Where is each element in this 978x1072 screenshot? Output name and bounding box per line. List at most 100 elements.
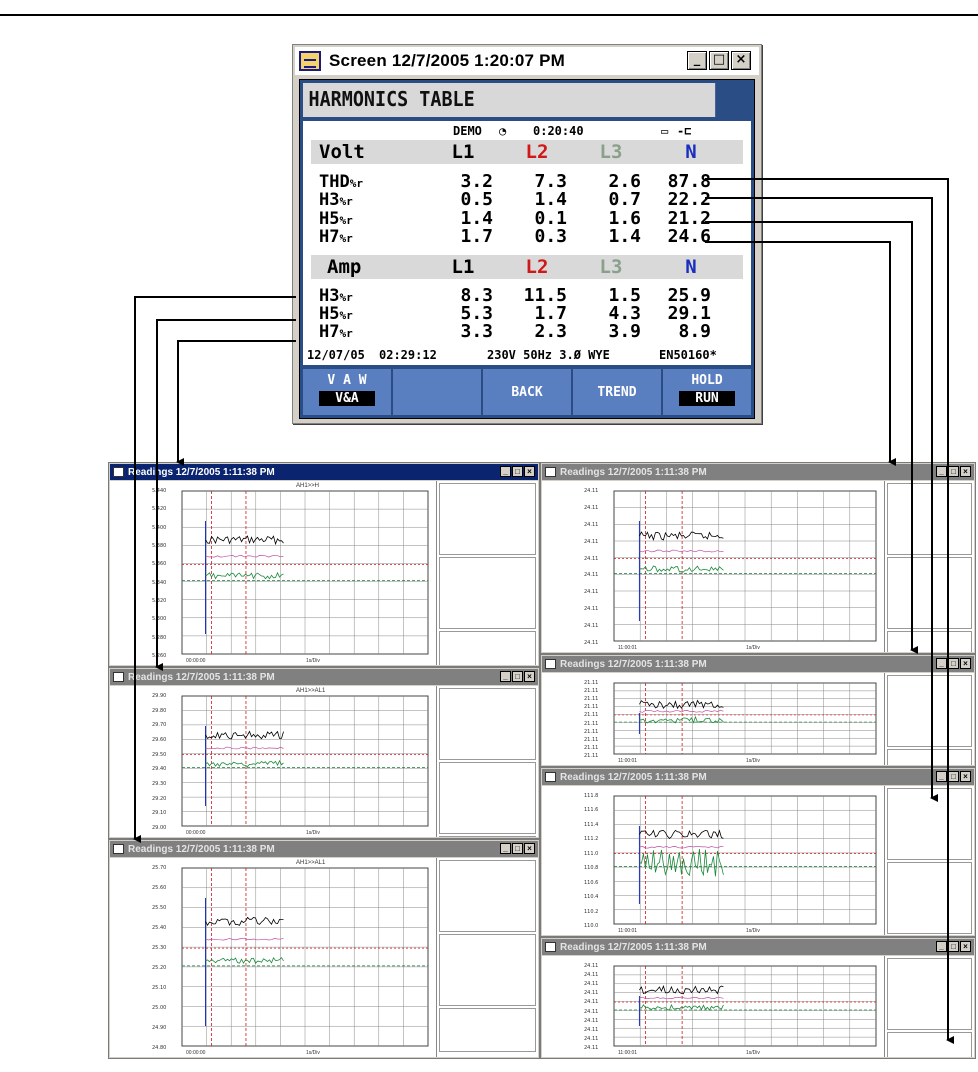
readings-title-bar[interactable]: Readings 12/7/2005 1:11:38 PM _ □ × [110,464,538,480]
data-labels-panel [884,673,974,765]
minimize-button[interactable]: _ [500,843,511,854]
softkey-empty[interactable] [393,369,483,415]
trend-plot[interactable]: AH1>>AL1 00:00:00 1s/Div [180,858,432,1057]
softkey-hold-run[interactable]: HOLD RUN [663,369,751,415]
app-icon [299,51,321,71]
tick-label: 24.11 [584,1035,599,1042]
tick-label: 110.8 [584,865,599,872]
tick-label: 5.340 [152,579,167,586]
tick-label: 21.11 [584,753,599,759]
tick-label: 5.440 [152,488,167,494]
softkey-bar: V A W V&A BACK TREND HOLD RUN [303,369,751,415]
minimize-button[interactable]: _ [687,51,707,70]
trend-plot[interactable]: 11:00:01 1s/Div [612,956,880,1057]
readings-window[interactable]: Readings 12/7/2005 1:11:38 PM _ □ × 29.9… [108,667,540,839]
info-block [439,860,536,932]
readings-body: 5.440 5.420 5.400 5.380 5.360 5.340 5.320 5.300… [110,481,538,665]
value-l2: 1.4 [534,189,567,210]
close-button[interactable]: × [524,843,535,854]
minimize-button[interactable]: _ [936,941,947,952]
row-label: THD [319,172,350,192]
data-labels-panel [436,686,538,837]
tick-label: 29.40 [152,766,167,773]
tick-label: 24.11 [584,963,599,969]
info-block [887,483,972,555]
readings-window[interactable]: Readings 12/7/2005 1:11:38 PM _ □ × 24.1… [540,937,976,1059]
trend-plot[interactable]: AH1>>H 00:00:00 1s/Div [180,481,432,665]
close-button[interactable]: × [960,658,971,669]
trend-plot[interactable]: 11:00:01 1s/Div [612,673,880,765]
minimize-button[interactable]: _ [936,771,947,782]
value-l3: 3.9 [608,321,641,342]
minimize-button[interactable]: _ [500,466,511,477]
trend-plot[interactable]: 11:00:01 1s/Div [612,786,880,935]
screen-window[interactable]: Screen 12/7/2005 1:20:07 PM _ □ × HARMON… [292,44,762,424]
readings-body: 111.8 111.6 111.4 111.2 111.0 110.8 110.6 110.4… [542,786,974,935]
readings-window[interactable]: Readings 12/7/2005 1:11:38 PM _ □ × 111.… [540,767,976,937]
tick-label: 5.260 [152,653,167,659]
readings-title: Readings 12/7/2005 1:11:38 PM [128,671,275,683]
x-axis-scale-label: 1s/Div [306,1050,320,1056]
maximize-button[interactable]: □ [948,771,959,782]
data-labels-panel [884,481,974,652]
screen-header: HARMONICS TABLE [303,83,716,117]
row-label: H3 [319,190,340,210]
maximize-button[interactable]: □ [948,466,959,477]
table-row: H7%r 3.3 2.3 3.9 8.9 [303,321,751,342]
trend-plot[interactable]: AH1>>AL1 00:00:00 1s/Div [180,686,432,837]
readings-title-bar[interactable]: Readings 12/7/2005 1:11:38 PM _ □ × [542,464,974,480]
maximize-button[interactable]: □ [512,466,523,477]
maximize-button[interactable]: □ [948,658,959,669]
readings-window[interactable]: Readings 12/7/2005 1:11:38 PM _ □ × 21.1… [540,654,976,767]
tick-label: 110.4 [584,894,599,901]
readings-title-bar[interactable]: Readings 12/7/2005 1:11:38 PM _ □ × [542,769,974,785]
minimize-button[interactable]: _ [936,466,947,477]
readings-body: 29.90 29.80 29.70 29.60 29.50 29.40 29.30 29.20… [110,686,538,837]
readings-body: 24.11 24.11 24.11 24.11 24.11 24.11 24.11 24.11… [542,481,974,652]
softkey-vaw[interactable]: V A W V&A [303,369,393,415]
tick-label: 25.00 [152,1005,167,1011]
close-button[interactable]: × [524,671,535,682]
value-l3: 0.7 [608,189,641,210]
readings-title-bar[interactable]: Readings 12/7/2005 1:11:38 PM _ □ × [542,939,974,955]
tick-label: 29.50 [152,751,167,758]
tick-label: 29.20 [152,795,167,802]
softkey-back[interactable]: BACK [483,369,573,415]
trend-plot-svg [181,867,429,1047]
maximize-button[interactable]: □ [512,843,523,854]
trend-plot[interactable]: 11:00:01 1s/Div [612,481,880,652]
softkey-trend[interactable]: TREND [573,369,663,415]
close-button[interactable]: × [960,466,971,477]
maximize-button[interactable]: □ [709,51,729,70]
readings-window[interactable]: Readings 12/7/2005 1:11:38 PM _ □ × 5.44… [108,462,540,667]
tick-label: 29.90 [152,693,167,699]
softkey-label: BACK [511,385,543,400]
readings-title-bar[interactable]: Readings 12/7/2005 1:11:38 PM _ □ × [110,841,538,857]
readings-app-icon [545,659,556,669]
tick-label: 21.11 [584,736,599,743]
title-bar[interactable]: Screen 12/7/2005 1:20:07 PM _ □ × [295,47,759,75]
readings-title-bar[interactable]: Readings 12/7/2005 1:11:38 PM _ □ × [542,656,974,672]
close-button[interactable]: × [960,941,971,952]
tick-label: 24.11 [584,1017,599,1024]
minimize-button[interactable]: _ [500,671,511,682]
col-l3: L3 [599,141,623,163]
connector-arrow [176,340,296,466]
row-label: H5 [319,304,340,324]
readings-title-bar[interactable]: Readings 12/7/2005 1:11:38 PM _ □ × [110,669,538,685]
y-axis-ticks: 25.70 25.60 25.50 25.40 25.30 25.20 25.10 25.00… [112,858,182,1057]
maximize-button[interactable]: □ [948,941,959,952]
data-labels-panel [436,858,538,1057]
close-button[interactable]: × [731,51,751,70]
tick-label: 5.320 [152,598,167,604]
tick-label: 21.11 [584,728,599,735]
close-button[interactable]: × [524,466,535,477]
tick-label: 21.11 [584,688,599,695]
tick-label: 111.8 [584,793,599,799]
plot-title: AH1>>H [296,483,320,489]
readings-window[interactable]: Readings 12/7/2005 1:11:38 PM _ □ × 25.7… [108,839,540,1059]
minimize-button[interactable]: _ [936,658,947,669]
close-button[interactable]: × [960,771,971,782]
maximize-button[interactable]: □ [512,671,523,682]
readings-window[interactable]: Readings 12/7/2005 1:11:38 PM _ □ × 24.1… [540,462,976,654]
